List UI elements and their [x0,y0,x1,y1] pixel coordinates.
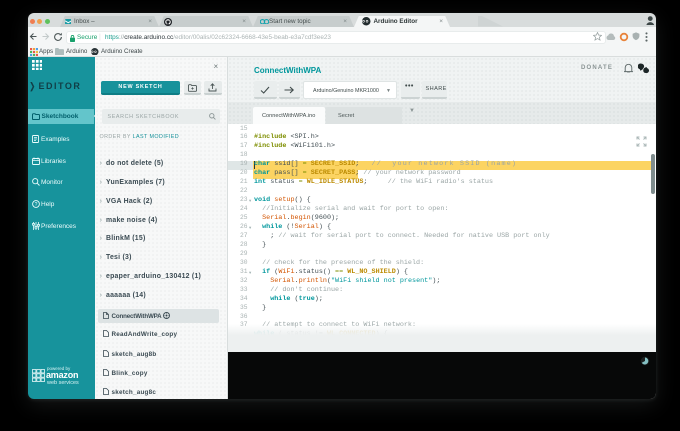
svg-text:?: ? [34,201,37,207]
